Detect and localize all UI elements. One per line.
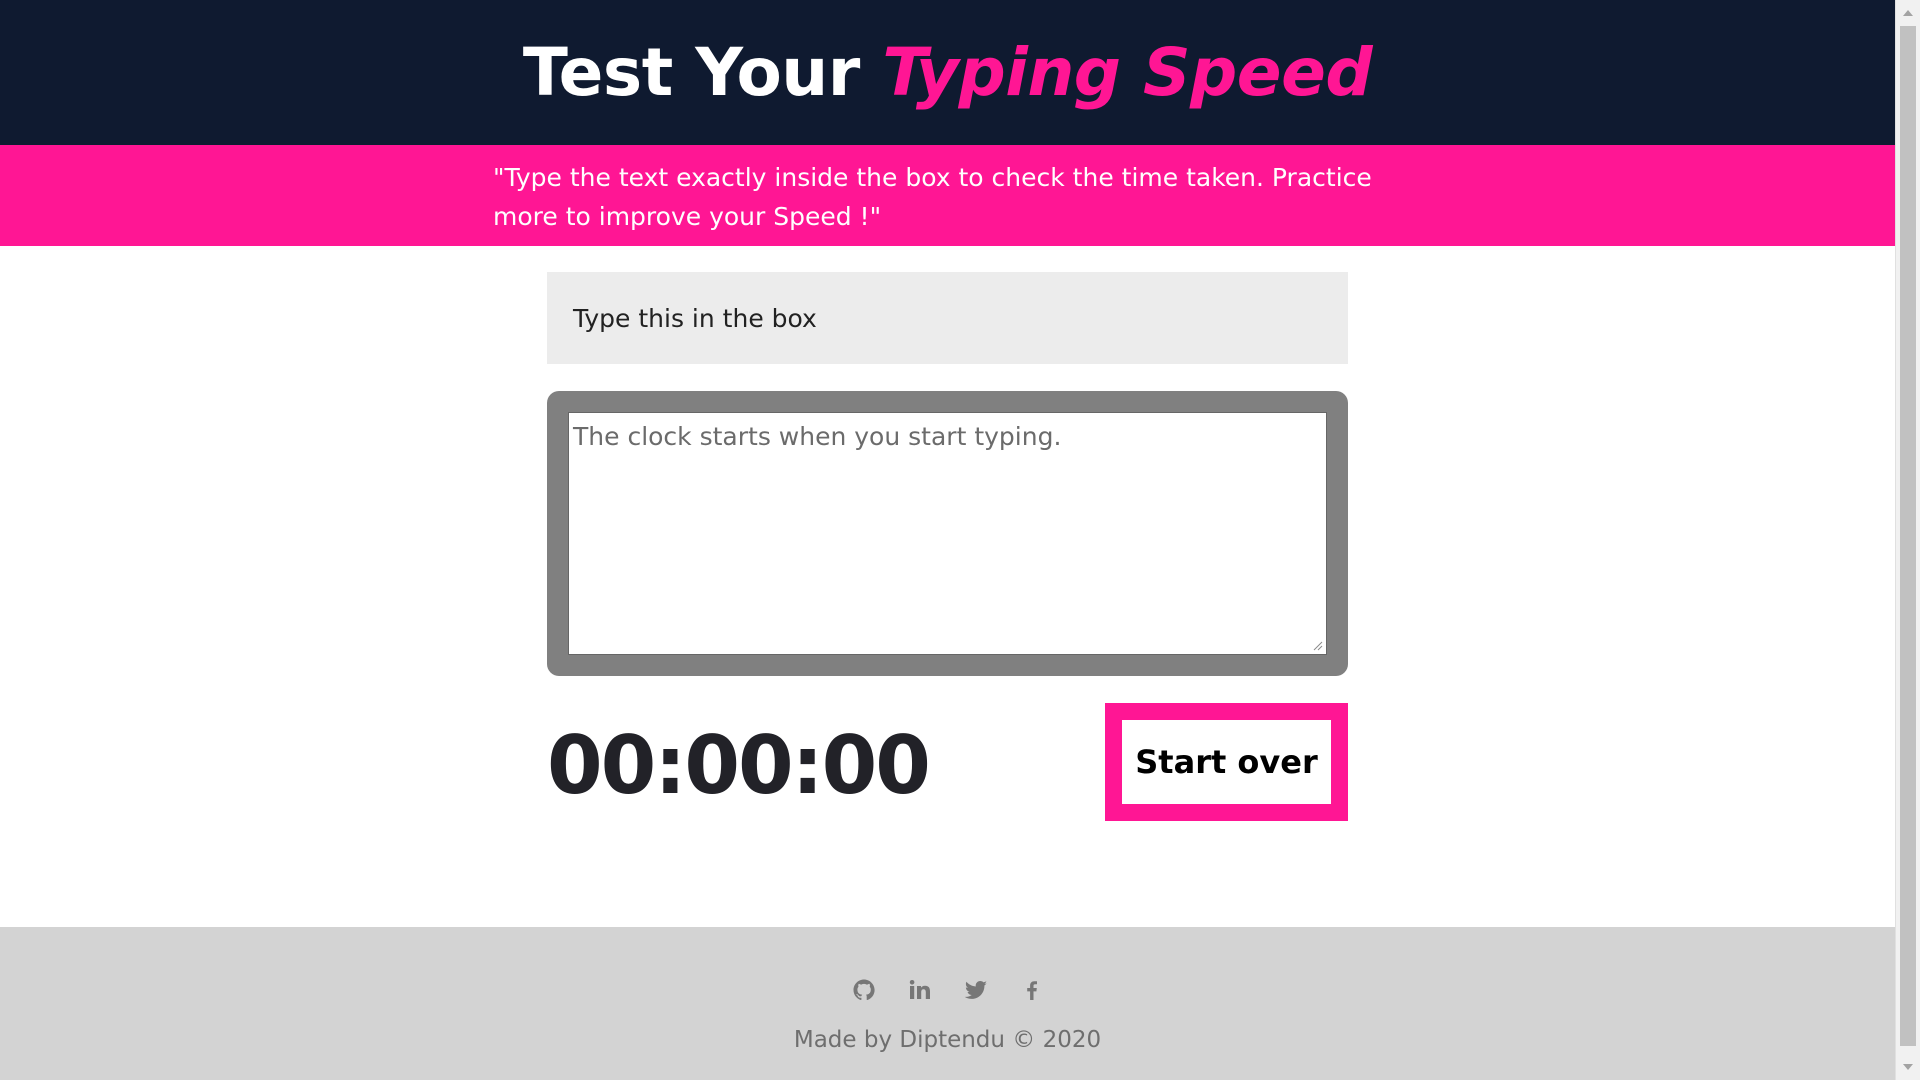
test-area-frame: [547, 391, 1348, 676]
vertical-scrollbar[interactable]: [1895, 0, 1920, 1080]
scroll-up-icon[interactable]: [1903, 10, 1913, 16]
social-links: [0, 977, 1895, 1003]
timer-display: 00:00:00: [547, 719, 931, 812]
twitter-link[interactable]: [963, 977, 989, 1003]
intro-text: "Type the text exactly inside the box to…: [493, 163, 1372, 231]
page-title: Test Your Typing Speed: [522, 34, 1373, 111]
test-area-container: [568, 412, 1327, 655]
origin-text: Type this in the box: [573, 303, 817, 333]
origin-text-box: Type this in the box: [547, 272, 1348, 364]
test-meta: 00:00:00 Start over: [547, 703, 1348, 821]
github-link[interactable]: [851, 977, 877, 1003]
start-over-label: Start over: [1135, 743, 1318, 781]
typing-input[interactable]: [568, 412, 1327, 655]
page-header: Test Your Typing Speed: [0, 0, 1895, 145]
scroll-down-icon[interactable]: [1903, 1064, 1913, 1070]
copyright-text: Made by Diptendu © 2020: [793, 1027, 1102, 1053]
github-icon: [853, 979, 875, 1001]
page-footer: Made by Diptendu © 2020: [0, 927, 1895, 1080]
resize-grip-icon[interactable]: [1311, 639, 1323, 651]
typing-test-panel: Type this in the box 00:00:00 Start over: [547, 272, 1348, 821]
linkedin-icon: [909, 980, 930, 999]
twitter-icon: [964, 981, 987, 999]
facebook-link[interactable]: [1019, 977, 1045, 1003]
title-plain: Test Your: [522, 34, 883, 111]
page: Test Your Typing Speed "Type the text ex…: [0, 0, 1895, 1080]
facebook-icon: [1026, 981, 1037, 1000]
scroll-thumb[interactable]: [1900, 26, 1916, 1046]
linkedin-link[interactable]: [907, 977, 933, 1003]
title-accent: Typing Speed: [882, 34, 1373, 111]
intro-banner: "Type the text exactly inside the box to…: [0, 145, 1895, 246]
start-over-button[interactable]: Start over: [1105, 703, 1348, 821]
